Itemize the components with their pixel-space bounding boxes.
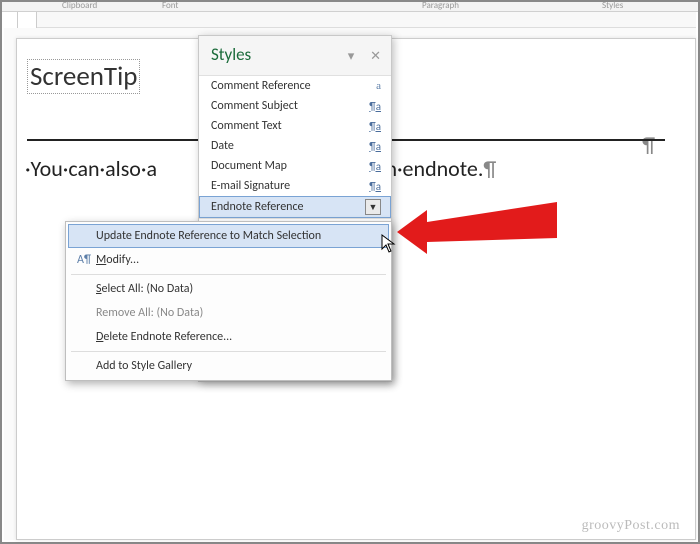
style-item-dropdown-button[interactable]: ▼ xyxy=(365,199,381,215)
style-item-label: Document Map xyxy=(211,159,287,173)
menu-update-to-match-selection[interactable]: Update Endnote Reference to Match Select… xyxy=(68,224,389,248)
style-item-label: E-mail Signature xyxy=(211,179,290,193)
styles-list-top: Comment Reference a Comment Subject ¶a Com… xyxy=(199,75,391,219)
style-marker-icon: ¶a xyxy=(369,100,381,113)
style-item-comment-subject[interactable]: Comment Subject ¶a xyxy=(199,96,391,116)
style-item-label: Comment Subject xyxy=(211,99,298,113)
style-marker-icon: ¶a xyxy=(369,120,381,133)
style-item-comment-reference[interactable]: Comment Reference a xyxy=(199,76,391,96)
style-item-endnote-reference[interactable]: Endnote Reference ▼ xyxy=(199,196,391,218)
menu-remove-all: Remove All: (No Data) xyxy=(68,301,389,325)
menu-delete-style[interactable]: Delete Endnote Reference... xyxy=(68,325,389,349)
menu-separator xyxy=(71,274,386,275)
document-heading[interactable]: ScreenTip xyxy=(27,59,140,94)
modify-icon: A¶ xyxy=(74,253,94,267)
style-marker-icon: ¶a xyxy=(369,140,381,153)
ribbon-groups-bar: Clipboard Font Paragraph Styles xyxy=(2,2,698,12)
menu-separator xyxy=(71,351,386,352)
ribbon-group-paragraph: Paragraph xyxy=(422,0,459,11)
menu-item-label: Add to Style Gallery xyxy=(94,359,381,373)
menu-item-label: Remove All: (No Data) xyxy=(94,306,381,320)
menu-select-all[interactable]: Select All: (No Data) xyxy=(68,277,389,301)
body-text-prefix: ·You·can·also·a xyxy=(25,155,157,182)
ribbon-group-clipboard: Clipboard xyxy=(62,0,97,11)
style-item-label: Endnote Reference xyxy=(211,200,304,214)
style-item-comment-text[interactable]: Comment Text ¶a xyxy=(199,116,391,136)
watermark: groovyPost.com xyxy=(582,518,680,534)
menu-item-label: Modify... xyxy=(94,253,381,267)
style-marker-icon: a xyxy=(376,80,381,92)
horizontal-ruler[interactable] xyxy=(17,12,696,28)
style-marker-icon: ¶a xyxy=(369,180,381,193)
pilcrow-icon: ¶ xyxy=(483,155,496,182)
styles-pane-header: Styles ▾ ✕ xyxy=(199,36,391,75)
style-item-label: Date xyxy=(211,139,234,153)
style-item-document-map[interactable]: Document Map ¶a xyxy=(199,156,391,176)
style-item-date[interactable]: Date ¶a xyxy=(199,136,391,156)
menu-item-label: Update Endnote Reference to Match Select… xyxy=(94,229,381,243)
ribbon-group-font: Font xyxy=(162,0,178,11)
styles-pane-options-icon[interactable]: ▾ xyxy=(348,49,355,64)
menu-add-to-gallery[interactable]: Add to Style Gallery xyxy=(68,354,389,378)
menu-item-label: Delete Endnote Reference... xyxy=(94,330,381,344)
menu-modify[interactable]: A¶ Modify... xyxy=(68,248,389,272)
style-marker-icon: ¶a xyxy=(369,160,381,173)
style-item-email-signature[interactable]: E-mail Signature ¶a xyxy=(199,176,391,196)
style-item-label: Comment Reference xyxy=(211,79,311,93)
ribbon-group-styles: Styles xyxy=(602,0,623,11)
menu-item-label: Select All: (No Data) xyxy=(94,282,381,296)
close-icon[interactable]: ✕ xyxy=(370,49,381,64)
style-context-menu: Update Endnote Reference to Match Select… xyxy=(65,221,392,381)
styles-pane-title: Styles xyxy=(211,44,251,65)
style-item-label: Comment Text xyxy=(211,119,282,133)
